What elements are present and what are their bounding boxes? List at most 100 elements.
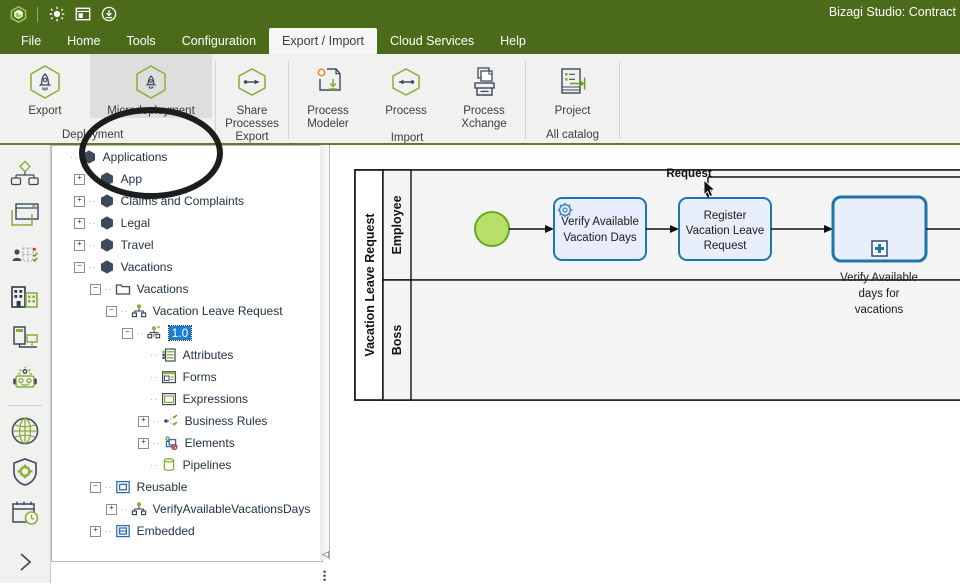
tree-toggle-plus[interactable]: + <box>74 195 85 207</box>
bot-icon[interactable] <box>3 359 47 400</box>
tree-toggle-plus[interactable]: + <box>138 437 149 449</box>
tree-node[interactable]: − ·· Vacations <box>52 256 322 278</box>
tab-configuration[interactable]: Configuration <box>169 28 269 54</box>
forms-window-icon[interactable] <box>3 194 47 235</box>
export-button[interactable]: Export <box>0 54 90 118</box>
tree-toggle-plus[interactable]: + <box>138 415 149 427</box>
splitter-grip-icon[interactable]: • • • <box>323 568 326 585</box>
hex-node-icon <box>99 215 116 231</box>
left-icon-rail <box>0 145 51 583</box>
tree-node[interactable]: + ·· Travel <box>52 234 322 256</box>
tree-node[interactable]: ·· Attributes <box>52 344 322 366</box>
tree-node[interactable]: + ·· Elements <box>52 432 322 454</box>
tree-toggle-none <box>138 351 147 360</box>
globe-icon[interactable] <box>3 411 47 452</box>
tree-toggle-plus[interactable]: + <box>74 217 85 229</box>
tree-node[interactable]: ·· Forms <box>52 366 322 388</box>
organization-buildings-icon[interactable] <box>3 276 47 317</box>
tree-node[interactable]: ·· Expressions <box>52 388 322 410</box>
tree-node-label: Attributes <box>182 348 234 362</box>
tree-toggle-plus[interactable]: + <box>106 503 117 515</box>
tree-node[interactable]: + ·· VerifyAvailableVacationsDays <box>52 498 322 520</box>
tab-tools[interactable]: Tools <box>114 28 169 54</box>
ribbon-tab-bar: File Home Tools Configuration Export / I… <box>0 28 960 54</box>
process-xchange-button[interactable]: Process Xchange <box>445 54 523 131</box>
hex-node-icon <box>99 259 116 275</box>
tree-toggle-plus[interactable]: + <box>74 173 85 185</box>
tab-home[interactable]: Home <box>54 28 113 54</box>
tree-node[interactable]: ·· Applications <box>52 146 322 168</box>
tree-node[interactable]: ·· Pipelines <box>52 454 322 476</box>
panel-splitter[interactable]: ◁ • • • <box>320 145 330 585</box>
project-button[interactable]: Project <box>526 54 619 118</box>
project-explorer-tree[interactable]: ·· Applications + ·· App + ·· Claims and Compla… <box>51 145 323 562</box>
tree-node-label: Pipelines <box>182 458 232 472</box>
tree-toggle-minus[interactable]: − <box>90 283 101 295</box>
tree-connector: ·· <box>88 217 97 229</box>
subprocess-caption-line-2: days for <box>859 288 900 300</box>
tree-node[interactable]: + ·· Embedded <box>52 520 322 542</box>
tab-export-import[interactable]: Export / Import <box>269 28 378 54</box>
tree-node[interactable]: − ·· Vacations <box>52 278 322 300</box>
collapsed-subprocess-plus-icon[interactable] <box>871 240 888 257</box>
start-event[interactable] <box>474 211 510 247</box>
tree-node[interactable]: − ·· Reusable <box>52 476 322 498</box>
tab-file[interactable]: File <box>8 28 54 54</box>
tree-toggle-minus[interactable]: − <box>122 327 133 339</box>
lane-employee-label: Employee <box>390 195 404 254</box>
tree-node-label: Expressions <box>182 392 249 406</box>
share-processes-export-button[interactable]: Share Processes Export <box>216 54 288 144</box>
tree-connector: ·· <box>150 393 159 405</box>
tree-toggle-plus[interactable]: + <box>90 525 101 537</box>
tree-connector: ·· <box>150 349 159 361</box>
process-icon <box>131 303 148 319</box>
tree-connector: ·· <box>88 195 97 207</box>
tree-toggle-minus[interactable]: − <box>106 305 117 317</box>
tree-node-label: Elements <box>184 436 235 450</box>
expand-chevron-icon[interactable] <box>3 542 47 583</box>
tree-connector: ·· <box>150 459 159 471</box>
tree-node-label: Applications <box>102 150 168 164</box>
tree-node[interactable]: − ·· 1.0 <box>52 322 322 344</box>
window-layout-icon[interactable] <box>71 2 95 26</box>
process-diagram-icon[interactable] <box>3 153 47 194</box>
user-assignment-icon[interactable] <box>3 235 47 276</box>
tree-node[interactable]: + ·· Legal <box>52 212 322 234</box>
tree-node[interactable]: + ·· Business Rules <box>52 410 322 432</box>
tree-connector: ·· <box>120 305 129 317</box>
task-1-line-1: Verify Available <box>561 216 639 228</box>
process-import-button[interactable]: Process <box>367 54 445 118</box>
project-button-label: Project <box>554 105 591 117</box>
calendar-clock-icon[interactable] <box>3 493 47 534</box>
microdeployment-button[interactable]: Microdeployment <box>90 54 212 118</box>
archive-in-icon <box>468 61 500 103</box>
process-diagram-canvas[interactable]: Vacation Leave Request Employee Boss Ver… <box>330 145 960 575</box>
tree-toggle-none <box>138 461 147 470</box>
tree-toggle-plus[interactable]: + <box>74 239 85 251</box>
tree-toggle-none <box>58 153 67 162</box>
security-shield-icon[interactable] <box>3 452 47 493</box>
tree-connector: ·· <box>88 173 97 185</box>
collapse-panel-arrow-icon[interactable]: ◁ <box>322 549 329 560</box>
quick-access-toolbar <box>0 2 121 26</box>
refresh-icon[interactable] <box>45 2 69 26</box>
tab-help[interactable]: Help <box>487 28 539 54</box>
tree-node[interactable]: + ·· App <box>52 168 322 190</box>
forms-icon <box>161 369 178 385</box>
process-modeler-button[interactable]: Process Modeler <box>289 54 367 131</box>
tree-node[interactable]: − ·· Vacation Leave Request <box>52 300 322 322</box>
bizagi-logo-icon[interactable] <box>6 2 30 26</box>
folder-icon <box>115 281 132 297</box>
tab-cloud-services[interactable]: Cloud Services <box>377 28 487 54</box>
tree-toggle-minus[interactable]: − <box>90 481 101 493</box>
tree-node[interactable]: + ·· Claims and Complaints <box>52 190 322 212</box>
window-title: Bizagi Studio: Contract <box>828 5 956 19</box>
download-icon[interactable] <box>97 2 121 26</box>
tree-toggle-minus[interactable]: − <box>74 261 85 273</box>
task-2-line-1: Register <box>704 210 747 222</box>
devices-icon[interactable] <box>3 317 47 358</box>
process-import-label: Process <box>385 105 427 117</box>
task-verify-available-vacation-days[interactable] <box>553 197 647 261</box>
title-bar: Bizagi Studio: Contract <box>0 0 960 28</box>
tree-connector: ·· <box>120 503 129 515</box>
